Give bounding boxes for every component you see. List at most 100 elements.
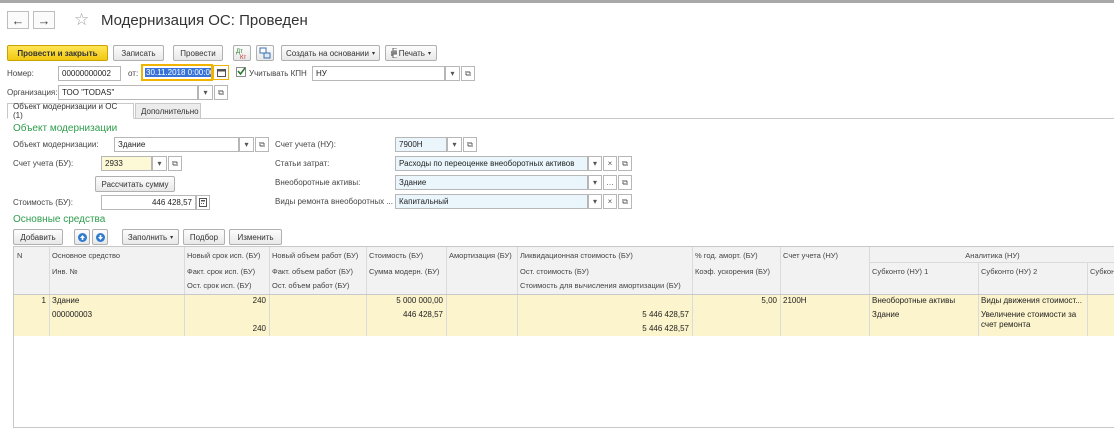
cell-sub2-value-1[interactable]: Увеличение стоимости за [978,310,1087,320]
col-asset-header[interactable]: Основное средство [49,250,123,261]
col-rest-volume-header[interactable]: Ост. объем работ (БУ) [269,280,352,291]
cell-new-term[interactable]: 240 [184,296,269,306]
account-bu-dropdown-button[interactable]: ▾ [152,156,167,171]
repair-open-button[interactable]: ⧉ [618,194,632,209]
svg-text:Кт: Кт [240,55,246,59]
tab-additional[interactable]: Дополнительно [135,103,201,119]
fixed-assets-table: N Основное средство Инв. № Новый срок ис… [13,246,1114,428]
open-icon: ⧉ [172,158,178,168]
repair-types-field[interactable]: Капитальный [395,194,588,209]
calendar-icon [216,68,226,77]
col-acc-nu-header[interactable]: Счет учета (НУ) [780,250,841,261]
favorite-star-icon[interactable]: ☆ [74,11,89,28]
cell-amort-base[interactable]: 5 446 428,57 [517,324,692,334]
cell-sub1-value[interactable]: Здание [869,310,978,320]
cell-cost[interactable]: 5 000 000,00 [366,296,446,306]
expense-items-field[interactable]: Расходы по переоценке внеоборотных актив… [395,156,588,171]
dropdown-arrow-icon: ▾ [170,234,174,241]
non-current-assets-field[interactable]: Здание [395,175,588,190]
assets-select-button[interactable]: … [603,175,617,190]
kpn-dropdown-button[interactable]: ▾ [445,66,460,81]
col-new-term-header[interactable]: Новый срок исп. (БУ) [184,250,263,261]
cell-asset[interactable]: Здание [49,296,184,306]
col-inv-header[interactable]: Инв. № [49,266,81,277]
col-fact-volume-header[interactable]: Факт. объем работ (БУ) [269,266,356,277]
col-amort-base-header[interactable]: Стоимость для вычисления амортизации (БУ… [517,280,684,291]
cell-acc-nu[interactable]: 2100Н [780,296,869,306]
calculate-sum-button[interactable]: Рассчитать сумму [95,176,175,192]
assets-open-button[interactable]: ⧉ [618,175,632,190]
kpn-checkbox[interactable] [236,67,246,77]
forward-button[interactable]: → [33,11,55,29]
assets-dropdown-button[interactable]: ▾ [588,175,602,190]
expense-items-label: Статьи затрат: [275,159,330,168]
move-up-button[interactable] [74,229,90,245]
pick-button[interactable]: Подбор [183,229,225,245]
date-field[interactable]: 30.11.2018 0:00:00 [141,64,213,81]
object-open-button[interactable]: ⧉ [255,137,269,152]
clear-icon: × [607,159,613,168]
kpn-open-button[interactable]: ⧉ [461,66,475,81]
fixed-assets-section-title: Основные средства [13,214,106,225]
col-mod-sum-header[interactable]: Сумма модерн. (БУ) [366,266,446,277]
save-button[interactable]: Записать [113,45,164,61]
col-sub1-header[interactable]: Субконто (НУ) 1 [869,266,931,277]
dt-kt-report-button[interactable]: Дт Кт [233,45,251,61]
col-fact-term-header[interactable]: Факт. срок исп. (БУ) [184,266,258,277]
expense-clear-button[interactable]: × [603,156,617,171]
account-bu-open-button[interactable]: ⧉ [168,156,182,171]
col-sub3-header[interactable]: Субконт [1087,266,1114,277]
post-button[interactable]: Провести [173,45,223,61]
number-field[interactable]: 00000000002 [58,66,121,81]
col-rest-term-header[interactable]: Ост. срок исп. (БУ) [184,280,255,291]
create-based-on-button[interactable]: Создать на основании ▾ [281,45,380,61]
col-new-volume-header[interactable]: Новый объем работ (БУ) [269,250,361,261]
calculator-button[interactable] [196,195,210,210]
cell-inv[interactable]: 000000003 [49,310,184,320]
cell-rest-term[interactable]: 240 [184,324,269,334]
col-accel-header[interactable]: Коэф. ускорения (БУ) [692,266,773,277]
col-analytics-header[interactable]: Аналитика (НУ) [869,250,1114,261]
back-button[interactable]: ← [7,11,29,29]
organization-field[interactable]: ТОО "TODAS" [58,85,198,100]
col-cost-header[interactable]: Стоимость (БУ) [366,250,426,261]
account-nu-open-button[interactable]: ⧉ [463,137,477,152]
calendar-button[interactable] [213,65,229,80]
account-nu-dropdown-button[interactable]: ▾ [447,137,462,152]
col-rest-cost-header[interactable]: Ост. стоимость (БУ) [517,266,592,277]
col-rate-header[interactable]: % год. аморт. (БУ) [692,250,761,261]
non-current-assets-label: Внеоборотные активы: [275,178,361,187]
cell-mod-sum[interactable]: 446 428,57 [366,310,446,320]
object-dropdown-button[interactable]: ▾ [239,137,254,152]
col-n-header[interactable]: N [14,250,25,261]
post-and-close-button[interactable]: Провести и закрыть [7,45,108,61]
fill-button[interactable]: Заполнить ▾ [122,229,179,245]
col-sub2-header[interactable]: Субконто (НУ) 2 [978,266,1040,277]
move-down-button[interactable] [92,229,108,245]
cell-rate[interactable]: 5,00 [692,296,780,306]
expense-dropdown-button[interactable]: ▾ [588,156,602,171]
col-amort-header[interactable]: Амортизация (БУ) [446,250,516,261]
organization-open-button[interactable]: ⧉ [214,85,228,100]
repair-clear-button[interactable]: × [603,194,617,209]
account-bu-field[interactable]: 2933 [101,156,152,171]
cell-sub1-type[interactable]: Внеоборотные активы [869,296,978,306]
cell-rest-cost[interactable]: 5 446 428,57 [517,310,692,320]
cost-bu-field[interactable]: 446 428,57 [101,195,196,210]
col-liquid-header[interactable]: Ликвидационная стоимость (БУ) [517,250,636,261]
repair-dropdown-button[interactable]: ▾ [588,194,602,209]
add-button[interactable]: Добавить [13,229,63,245]
print-button[interactable]: Печать ▾ [385,45,437,61]
change-button[interactable]: Изменить [229,229,282,245]
object-field[interactable]: Здание [114,137,239,152]
kpn-field[interactable]: НУ [312,66,445,81]
cell-sub2-value-2[interactable]: счет ремонта [978,320,1087,330]
number-label: Номер: [7,69,34,78]
structure-button[interactable] [256,45,274,61]
expense-open-button[interactable]: ⧉ [618,156,632,171]
printer-icon [391,48,397,58]
cell-sub2-type[interactable]: Виды движения стоимост... [978,296,1087,306]
account-nu-field[interactable]: 7900Н [395,137,447,152]
tab-object-os[interactable]: Объект модернизации и ОС (1) [7,102,134,120]
organization-dropdown-button[interactable]: ▾ [198,85,213,100]
